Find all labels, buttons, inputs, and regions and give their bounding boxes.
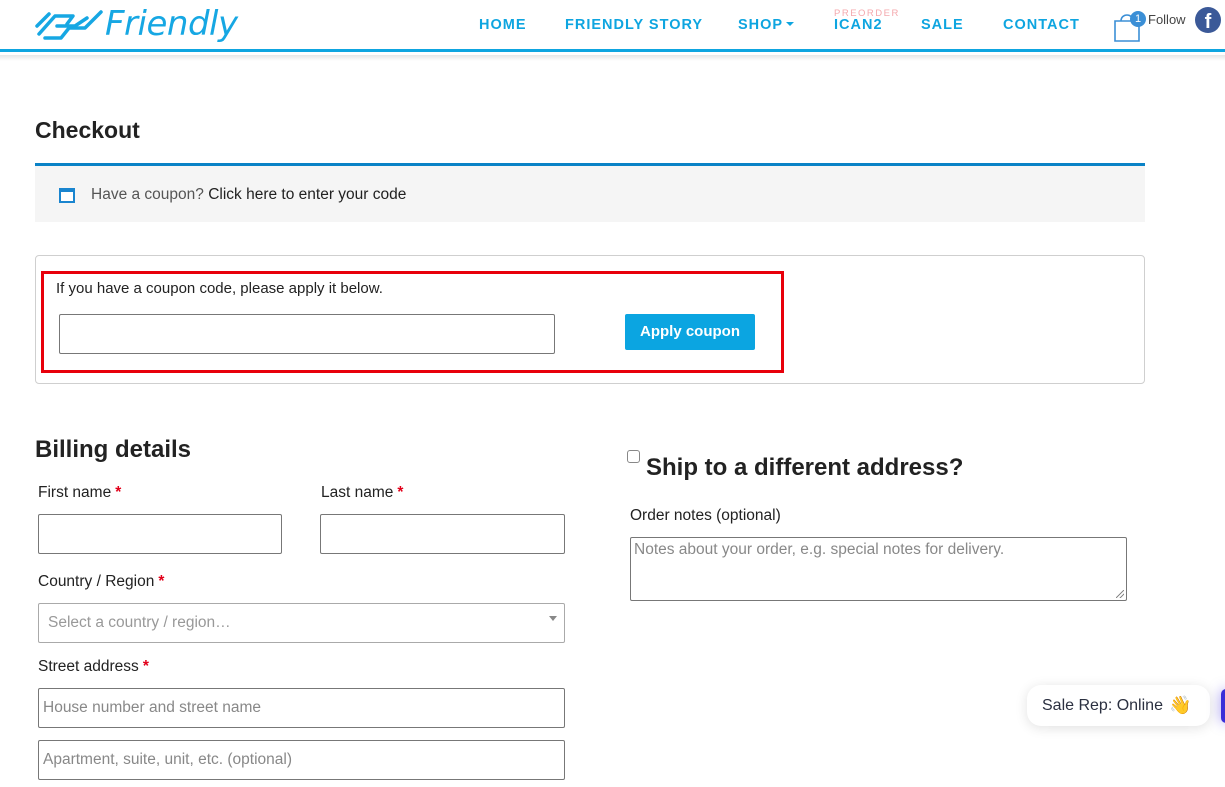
follow-link[interactable]: Follow [1148, 12, 1186, 27]
nav-contact[interactable]: CONTACT [1003, 17, 1080, 33]
required-marker: * [158, 573, 165, 590]
billing-details-heading: Billing details [35, 436, 192, 463]
order-notes-placeholder: Notes about your order, e.g. special not… [634, 541, 1005, 558]
chat-status-text: Sale Rep: Online [1042, 696, 1163, 714]
show-coupon-link[interactable]: Click here to enter your code [208, 186, 406, 203]
chat-launcher-button[interactable] [1221, 689, 1225, 723]
apply-coupon-button[interactable]: Apply coupon [625, 314, 755, 350]
required-marker: * [142, 658, 149, 675]
chevron-down-icon [786, 21, 795, 26]
coupon-notice: Have a coupon? Click here to enter your … [35, 163, 1145, 222]
logo[interactable]: Friendly [35, 4, 238, 44]
street-address-label-text: Street address [38, 658, 139, 675]
site-header: Friendly HOME FRIENDLY STORY SHOP PREORD… [0, 0, 1225, 52]
coupon-code-input[interactable] [59, 314, 555, 354]
order-notes-label: Order notes (optional) [630, 507, 781, 524]
header-shadow [0, 55, 1225, 61]
nav-friendly-story[interactable]: FRIENDLY STORY [565, 17, 703, 33]
dropdown-arrow-icon [549, 616, 557, 621]
nav-shop-label: SHOP [738, 17, 784, 33]
nav-sale[interactable]: SALE [921, 17, 964, 33]
cart-count-badge: 1 [1130, 11, 1146, 27]
country-label-text: Country / Region [38, 573, 155, 590]
last-name-label-text: Last name [321, 484, 394, 501]
first-name-input[interactable] [38, 514, 282, 554]
street-line1-placeholder: House number and street name [43, 699, 261, 716]
country-label: Country / Region * [38, 573, 164, 591]
first-name-label: First name * [38, 484, 121, 502]
window-icon [59, 188, 75, 203]
facebook-icon[interactable]: f [1195, 7, 1221, 33]
logo-icon [35, 10, 103, 40]
nav-shop[interactable]: SHOP [738, 17, 795, 33]
country-select[interactable]: Select a country / region… [38, 603, 565, 643]
coupon-notice-text: Have a coupon? Click here to enter your … [91, 186, 406, 204]
first-name-label-text: First name [38, 484, 112, 501]
order-notes-textarea[interactable]: Notes about your order, e.g. special not… [630, 537, 1127, 601]
coupon-instructions: If you have a coupon code, please apply … [56, 280, 383, 297]
ship-different-checkbox[interactable] [627, 450, 640, 463]
page-title: Checkout [35, 117, 140, 143]
street-address-label: Street address * [38, 658, 149, 676]
required-marker: * [115, 484, 122, 501]
street-address-line1-input[interactable]: House number and street name [38, 688, 565, 728]
nav-home[interactable]: HOME [479, 17, 527, 33]
required-marker: * [397, 484, 404, 501]
ship-different-heading[interactable]: Ship to a different address? [646, 454, 963, 482]
last-name-input[interactable] [320, 514, 565, 554]
waving-hand-icon: 👋 [1168, 695, 1192, 715]
country-select-placeholder: Select a country / region… [48, 614, 231, 631]
chat-status-widget[interactable]: Sale Rep: Online 👋 [1027, 685, 1210, 726]
street-line2-placeholder: Apartment, suite, unit, etc. (optional) [43, 751, 292, 768]
resize-handle[interactable] [1116, 590, 1124, 598]
coupon-prompt: Have a coupon? [91, 186, 204, 203]
last-name-label: Last name * [321, 484, 403, 502]
street-address-line2-input[interactable]: Apartment, suite, unit, etc. (optional) [38, 740, 565, 780]
logo-text: Friendly [105, 4, 238, 44]
nav-ican2[interactable]: ICAN2 [834, 17, 883, 33]
